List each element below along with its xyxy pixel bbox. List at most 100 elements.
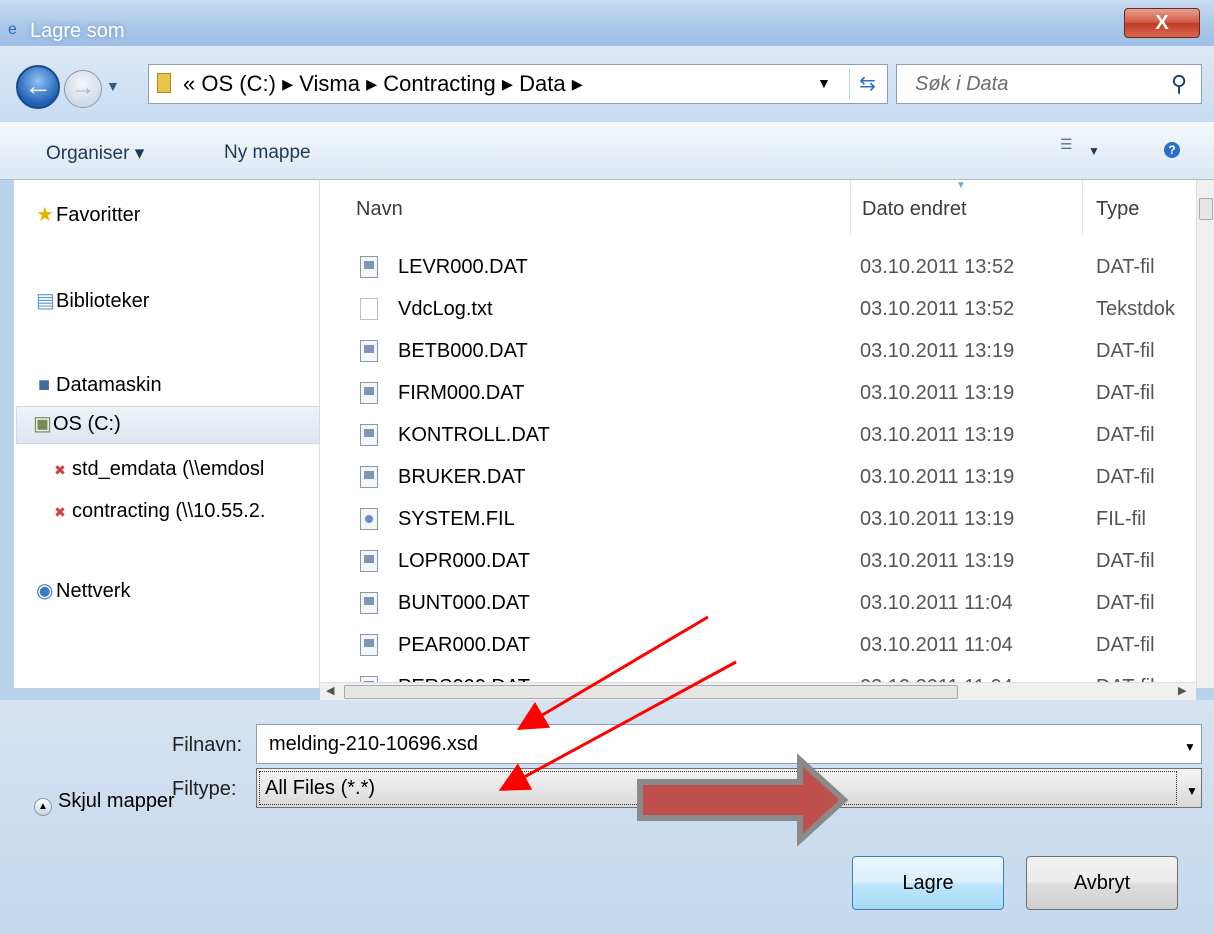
library-icon: ▤ bbox=[36, 290, 55, 312]
address-bar[interactable]: « OS (C:) ▸ Visma ▸ Contracting ▸ Data ▸… bbox=[148, 64, 888, 104]
sidebar-item-contracting[interactable]: ✖ contracting (\\10.55.2. bbox=[52, 494, 358, 528]
breadcrumb-separator[interactable]: ▸ bbox=[366, 71, 377, 96]
help-icon[interactable]: ? bbox=[1164, 142, 1180, 158]
folder-icon bbox=[157, 73, 171, 93]
column-divider[interactable] bbox=[850, 180, 851, 236]
sidebar-item-favorites[interactable]: ★ Favoritter bbox=[36, 198, 342, 232]
file-row[interactable]: PEAR000.DAT 03.10.2011 11:04 DAT-fil bbox=[320, 624, 1196, 666]
forward-arrow-icon[interactable]: → bbox=[64, 70, 102, 108]
dat-file-icon bbox=[360, 550, 378, 572]
save-options-panel: Filnavn: melding-210-10696.xsd ▼ Filtype… bbox=[0, 700, 1214, 934]
sidebar-item-label: Datamaskin bbox=[56, 374, 162, 396]
file-row[interactable]: BETB000.DAT 03.10.2011 13:19 DAT-fil bbox=[320, 330, 1196, 372]
sidebar-item-label: std_emdata (\\emdosl bbox=[72, 458, 265, 480]
hide-folders-label: Skjul mapper bbox=[58, 790, 175, 812]
view-dropdown-icon[interactable]: ▼ bbox=[1088, 144, 1100, 158]
new-folder-button[interactable]: Ny mappe bbox=[224, 142, 311, 164]
sidebar-item-label: Favoritter bbox=[56, 204, 141, 226]
dat-file-icon bbox=[360, 466, 378, 488]
view-options-icon[interactable]: ☰ bbox=[1060, 136, 1073, 153]
breadcrumb-item[interactable]: Contracting bbox=[383, 71, 496, 96]
column-type[interactable]: Type bbox=[1096, 198, 1139, 221]
scroll-right-icon[interactable]: ▶ bbox=[1178, 684, 1186, 697]
breadcrumb-overflow[interactable]: « bbox=[183, 71, 195, 96]
computer-icon: ■ bbox=[37, 374, 51, 396]
filetype-dropdown-icon[interactable]: ▼ bbox=[1186, 784, 1198, 798]
sidebar-item-libraries[interactable]: ▤Biblioteker bbox=[36, 284, 342, 318]
file-row[interactable]: KONTROLL.DAT 03.10.2011 13:19 DAT-fil bbox=[320, 414, 1196, 456]
search-input[interactable] bbox=[897, 65, 1157, 103]
scrollbar-thumb[interactable] bbox=[344, 685, 958, 699]
file-row[interactable]: VdcLog.txt 03.10.2011 13:52 Tekstdok bbox=[320, 288, 1196, 330]
filetype-label: Filtype: bbox=[172, 778, 237, 800]
file-row[interactable]: FIRM000.DAT 03.10.2011 13:19 DAT-fil bbox=[320, 372, 1196, 414]
file-row[interactable]: SYSTEM.FIL 03.10.2011 13:19 FIL-fil bbox=[320, 498, 1196, 540]
search-box: ⚲ bbox=[896, 64, 1202, 104]
dat-file-icon bbox=[360, 592, 378, 614]
breadcrumb-separator[interactable]: ▸ bbox=[572, 71, 583, 96]
focus-rectangle bbox=[259, 771, 1177, 805]
file-row[interactable]: LOPR000.DAT 03.10.2011 13:19 DAT-fil bbox=[320, 540, 1196, 582]
file-row[interactable]: BRUKER.DAT 03.10.2011 13:19 DAT-fil bbox=[320, 456, 1196, 498]
dat-file-icon bbox=[360, 382, 378, 404]
column-date[interactable]: Dato endret bbox=[862, 198, 967, 221]
breadcrumb: « OS (C:) ▸ Visma ▸ Contracting ▸ Data ▸ bbox=[183, 71, 583, 97]
dat-file-icon bbox=[360, 340, 378, 362]
file-row[interactable]: LEVR000.DAT 03.10.2011 13:52 DAT-fil bbox=[320, 246, 1196, 288]
sidebar-item-label: contracting (\\10.55.2. bbox=[72, 500, 266, 522]
column-name[interactable]: Navn bbox=[356, 198, 403, 221]
fil-file-icon bbox=[360, 508, 378, 530]
vertical-scrollbar[interactable] bbox=[1196, 180, 1214, 688]
network-drive-icon: ✖ bbox=[54, 504, 66, 520]
breadcrumb-item[interactable]: Visma bbox=[299, 71, 360, 96]
window-title: Lagre som bbox=[30, 20, 125, 42]
horizontal-scrollbar[interactable]: ◀ ▶ bbox=[320, 682, 1196, 700]
navigation-pane: ★ Favoritter ▤Biblioteker ■ Datamaskin ▣OS… bbox=[14, 180, 320, 688]
column-header: Navn ▼ Dato endret Type bbox=[320, 180, 1196, 236]
sidebar-item-label: Biblioteker bbox=[56, 290, 150, 312]
star-icon: ★ bbox=[36, 204, 54, 226]
filetype-select[interactable]: All Files (*.*) bbox=[256, 768, 1202, 808]
breadcrumb-item[interactable]: OS (C:) bbox=[201, 71, 276, 96]
sidebar-item-label: Nettverk bbox=[56, 580, 131, 602]
sidebar-item-os-c[interactable]: ▣OS (C:) bbox=[16, 406, 320, 444]
filename-field[interactable]: melding-210-10696.xsd bbox=[256, 724, 1202, 764]
dat-file-icon bbox=[360, 424, 378, 446]
file-row[interactable]: BUNT000.DAT 03.10.2011 11:04 DAT-fil bbox=[320, 582, 1196, 624]
filename-label: Filnavn: bbox=[172, 734, 243, 756]
breadcrumb-separator[interactable]: ▸ bbox=[282, 71, 293, 96]
sidebar-item-network[interactable]: ◉ Nettverk bbox=[36, 574, 342, 608]
column-divider[interactable] bbox=[1082, 180, 1083, 236]
save-button[interactable]: Lagre bbox=[852, 856, 1004, 910]
text-file-icon bbox=[360, 298, 378, 320]
sidebar-item-std-emdata[interactable]: ✖ std_emdata (\\emdosl bbox=[52, 452, 358, 486]
scrollbar-thumb[interactable] bbox=[1199, 198, 1213, 220]
history-dropdown-icon[interactable]: ▼ bbox=[106, 78, 120, 94]
sidebar-item-label: OS (C:) bbox=[53, 413, 121, 435]
close-button[interactable]: X bbox=[1124, 8, 1200, 38]
file-list: Navn ▼ Dato endret Type LEVR000.DAT 03.10… bbox=[320, 180, 1196, 688]
filename-dropdown-icon[interactable]: ▼ bbox=[1184, 740, 1196, 754]
hide-folders-toggle[interactable]: ▲ Skjul mapper bbox=[34, 790, 175, 816]
breadcrumb-separator[interactable]: ▸ bbox=[502, 71, 513, 96]
refresh-icon[interactable]: ⇆ bbox=[849, 69, 885, 99]
dat-file-icon bbox=[360, 256, 378, 278]
chevron-up-icon: ▲ bbox=[34, 798, 52, 816]
breadcrumb-item[interactable]: Data bbox=[519, 71, 565, 96]
dat-file-icon bbox=[360, 634, 378, 656]
cancel-button[interactable]: Avbryt bbox=[1026, 856, 1178, 910]
back-arrow-icon[interactable]: ← bbox=[16, 65, 60, 109]
network-drive-icon: ✖ bbox=[54, 462, 66, 478]
search-icon[interactable]: ⚲ bbox=[1171, 71, 1187, 97]
drive-icon: ▣ bbox=[33, 413, 52, 435]
save-as-dialog: e Lagre som X ← → ▼ « OS (C:) ▸ Visma ▸ … bbox=[0, 0, 1214, 934]
scroll-left-icon[interactable]: ◀ bbox=[326, 684, 334, 697]
address-dropdown-icon[interactable]: ▼ bbox=[817, 75, 831, 91]
sort-indicator-icon: ▼ bbox=[956, 180, 966, 191]
sidebar-item-computer[interactable]: ■ Datamaskin bbox=[36, 368, 342, 402]
title-bar: e Lagre som X bbox=[0, 0, 1214, 46]
ie-icon: e bbox=[8, 21, 17, 38]
command-bar: Organiser ▾ Ny mappe ☰ ▼ ? bbox=[0, 122, 1214, 180]
organise-button[interactable]: Organiser ▾ bbox=[46, 142, 144, 165]
network-icon: ◉ bbox=[36, 580, 54, 602]
